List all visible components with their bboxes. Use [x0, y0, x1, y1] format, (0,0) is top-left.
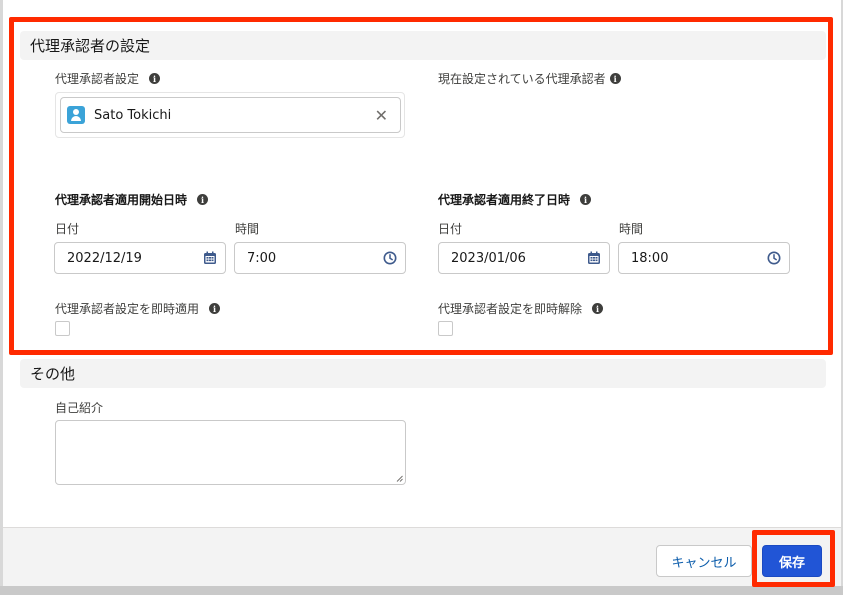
background-overlay-bottom — [0, 586, 843, 595]
bio-textarea[interactable] — [55, 420, 406, 485]
cancel-button[interactable]: キャンセル — [656, 545, 752, 577]
resize-grip-icon[interactable] — [396, 475, 403, 482]
other-section-header: その他 — [20, 359, 826, 388]
highlight-box-delegate-section — [9, 17, 833, 355]
bio-label: 自己紹介 — [55, 401, 104, 415]
highlight-box-save-button — [752, 530, 835, 587]
other-section-title: その他 — [30, 365, 76, 383]
